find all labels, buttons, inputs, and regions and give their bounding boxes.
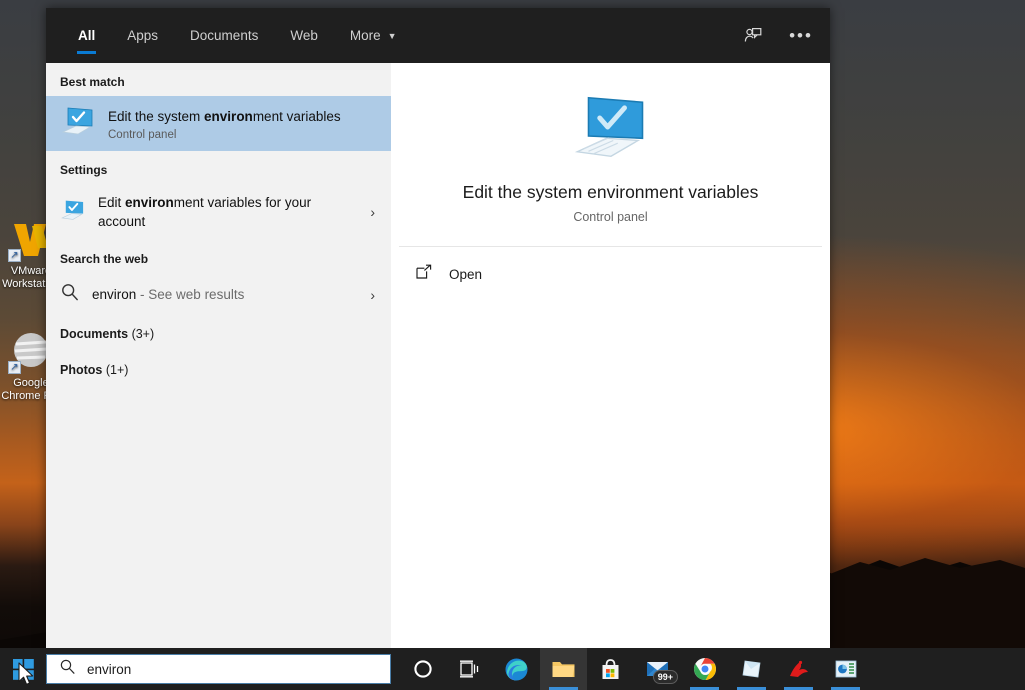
shortcut-badge: ↗ bbox=[8, 249, 21, 262]
result-settings-item[interactable]: Edit environment variables for your acco… bbox=[46, 184, 391, 240]
taskbar-item-task-view[interactable] bbox=[446, 648, 493, 690]
title-match: environ bbox=[125, 195, 174, 210]
tab-documents[interactable]: Documents bbox=[174, 8, 274, 63]
tab-web[interactable]: Web bbox=[274, 8, 334, 63]
web-query: environ bbox=[92, 287, 136, 302]
preview-open-action[interactable]: Open bbox=[391, 247, 830, 302]
tabs: All Apps Documents Web More ▼ bbox=[62, 8, 413, 63]
count-label: Documents bbox=[60, 327, 128, 341]
search-icon bbox=[59, 658, 76, 680]
search-preview-pane: Edit the system environment variables Co… bbox=[391, 63, 830, 648]
tab-apps[interactable]: Apps bbox=[111, 8, 174, 63]
desktop: ↗ VMware Workstation ↗ Google Chrome Pro… bbox=[0, 0, 1025, 690]
taskbar-item-red-app[interactable] bbox=[775, 648, 822, 690]
more-options-button[interactable]: ••• bbox=[786, 21, 816, 51]
search-icon bbox=[60, 282, 80, 307]
start-button[interactable] bbox=[0, 648, 46, 690]
shortcut-badge: ↗ bbox=[8, 361, 21, 374]
title-prefix: Edit bbox=[98, 195, 125, 210]
preview-subtitle: Control panel bbox=[411, 210, 810, 224]
result-count-photos[interactable]: Photos (1+) bbox=[46, 352, 391, 388]
open-external-icon bbox=[415, 263, 433, 286]
tab-label: Apps bbox=[127, 28, 158, 43]
preview-hero: Edit the system environment variables Co… bbox=[391, 77, 830, 246]
result-title: Edit the system environment variables bbox=[108, 107, 381, 126]
result-subtitle: Control panel bbox=[108, 129, 381, 141]
result-web-search[interactable]: environ - See web results › bbox=[46, 273, 391, 316]
monitor-check-icon bbox=[568, 150, 654, 167]
preview-title: Edit the system environment variables bbox=[411, 182, 810, 203]
result-best-match[interactable]: Edit the system environment variables Co… bbox=[46, 96, 391, 151]
result-count-documents[interactable]: Documents (3+) bbox=[46, 316, 391, 352]
monitor-check-icon bbox=[60, 105, 96, 142]
title-prefix: Edit the system bbox=[108, 109, 204, 124]
result-title: environ - See web results bbox=[92, 285, 358, 304]
tab-label: Documents bbox=[190, 28, 258, 43]
ellipsis-icon: ••• bbox=[789, 31, 813, 41]
taskbar-item-microsoft-store[interactable] bbox=[587, 648, 634, 690]
chevron-right-icon[interactable]: › bbox=[370, 204, 381, 220]
result-texts: environ - See web results bbox=[92, 285, 358, 304]
web-suffix: - See web results bbox=[136, 287, 244, 302]
search-results-list: Best match Edit the system environment v… bbox=[46, 63, 391, 648]
taskbar-item-mail[interactable]: 99+ bbox=[634, 648, 681, 690]
count-value: (3+) bbox=[132, 327, 155, 341]
taskbar-item-blue-app[interactable] bbox=[822, 648, 869, 690]
windows-search-panel: All Apps Documents Web More ▼ bbox=[46, 8, 830, 648]
result-texts: Edit environment variables for your acco… bbox=[98, 193, 358, 231]
group-label-best-match: Best match bbox=[46, 63, 391, 96]
taskbar-item-sticky-notes[interactable] bbox=[728, 648, 775, 690]
monitor-check-icon bbox=[60, 198, 86, 227]
search-body: Best match Edit the system environment v… bbox=[46, 63, 830, 648]
chevron-down-icon: ▼ bbox=[388, 31, 397, 41]
result-title: Edit environment variables for your acco… bbox=[98, 193, 358, 231]
taskbar-search-box[interactable]: environ bbox=[46, 654, 391, 684]
header-actions: ••• bbox=[738, 8, 816, 63]
taskbar: environ bbox=[0, 648, 1025, 690]
tab-label: Web bbox=[290, 28, 318, 43]
search-input-value[interactable]: environ bbox=[87, 662, 131, 677]
group-label-settings: Settings bbox=[46, 151, 391, 184]
tab-more[interactable]: More ▼ bbox=[334, 8, 413, 63]
taskbar-item-cortana[interactable] bbox=[399, 648, 446, 690]
count-value: (1+) bbox=[106, 363, 129, 377]
taskbar-item-microsoft-edge[interactable] bbox=[493, 648, 540, 690]
mail-badge: 99+ bbox=[653, 670, 678, 684]
tab-label: More bbox=[350, 28, 381, 43]
feedback-button[interactable] bbox=[738, 21, 768, 51]
count-label: Photos bbox=[60, 363, 102, 377]
taskbar-items: 99+ bbox=[399, 648, 869, 690]
preview-action-label: Open bbox=[449, 267, 482, 282]
tab-all[interactable]: All bbox=[62, 8, 111, 63]
title-match: environ bbox=[204, 109, 253, 124]
taskbar-item-google-chrome[interactable] bbox=[681, 648, 728, 690]
tab-label: All bbox=[78, 28, 95, 43]
result-texts: Edit the system environment variables Co… bbox=[108, 107, 381, 141]
group-label-search-the-web: Search the web bbox=[46, 240, 391, 273]
search-tab-bar: All Apps Documents Web More ▼ bbox=[46, 8, 830, 63]
taskbar-item-file-explorer[interactable] bbox=[540, 648, 587, 690]
title-suffix: ment variables bbox=[253, 109, 341, 124]
chevron-right-icon[interactable]: › bbox=[370, 287, 381, 303]
